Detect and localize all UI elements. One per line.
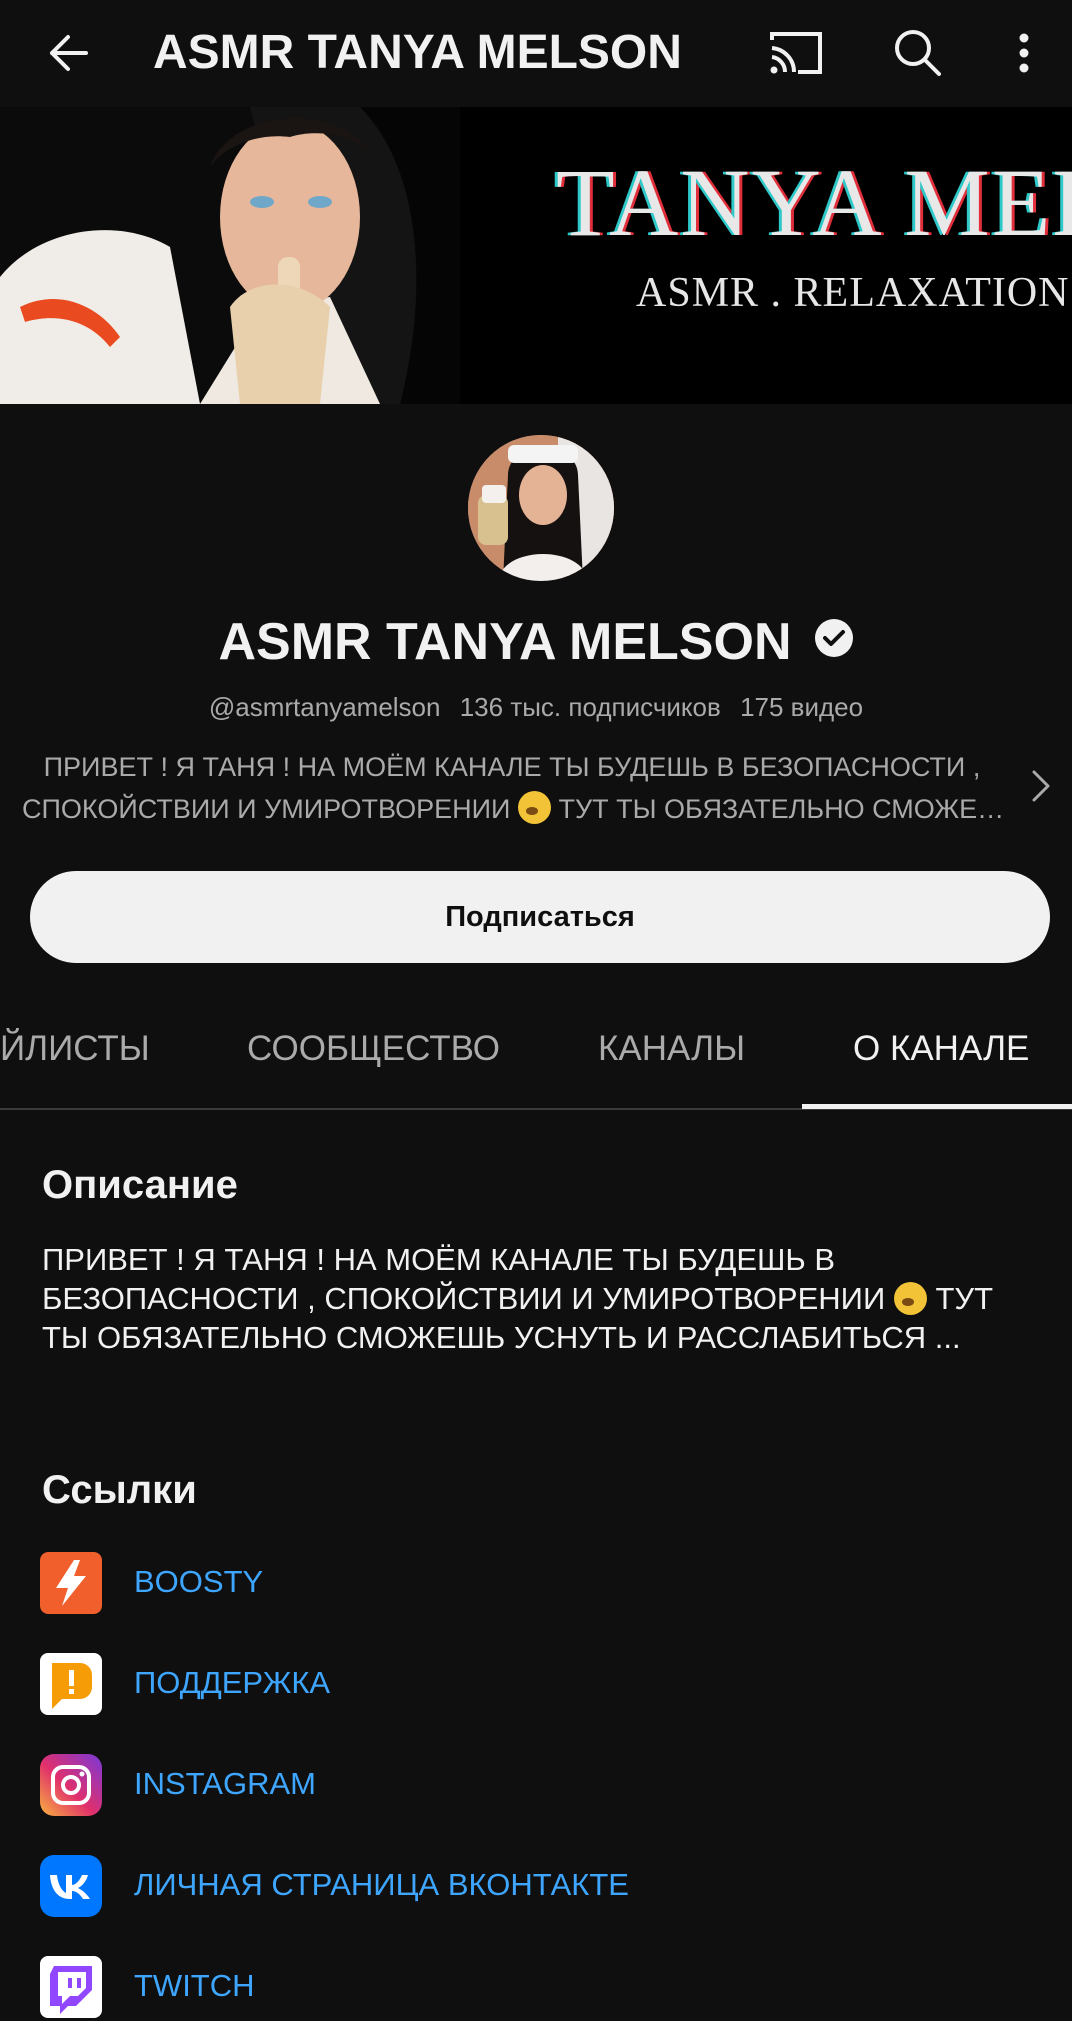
cast-button[interactable] xyxy=(760,18,830,88)
description-preview[interactable]: ПРИВЕТ ! Я ТАНЯ ! НА МОЁМ КАНАЛЕ ТЫ БУДЕ… xyxy=(22,746,1002,830)
channel-handle: @asmrtanyamelson xyxy=(208,692,441,722)
description-heading: Описание xyxy=(42,1163,238,1207)
yawning-face-emoji-icon xyxy=(893,1282,927,1315)
link-label[interactable]: BOOSTY xyxy=(134,1547,263,1617)
vk-icon xyxy=(40,1855,102,1917)
active-tab-indicator xyxy=(802,1104,1072,1109)
channel-tabs: ЙЛИСТЫ СООБЩЕСТВО КАНАЛЫ О КАНАЛЕ xyxy=(0,990,1072,1110)
link-instagram[interactable]: INSTAGRAM xyxy=(0,1749,1072,1819)
link-label[interactable]: INSTAGRAM xyxy=(134,1749,316,1819)
links-heading: Ссылки xyxy=(42,1468,197,1512)
channel-name-text: ASMR TANYA MELSON xyxy=(218,613,792,671)
link-vk[interactable]: ЛИЧНАЯ СТРАНИЦА ВКОНТАКТЕ xyxy=(0,1850,1072,1920)
chevron-right-icon xyxy=(1032,770,1050,802)
page-title: ASMR TANYA MELSON xyxy=(153,26,682,79)
tab-playlists[interactable]: ЙЛИСТЫ xyxy=(0,990,150,1106)
search-button[interactable] xyxy=(883,18,953,88)
banner-subtitle: ASMR . RELAXATION . xyxy=(636,270,1072,316)
cast-icon xyxy=(770,32,822,74)
tab-community[interactable]: СООБЩЕСТВО xyxy=(247,990,500,1106)
link-label[interactable]: ЛИЧНАЯ СТРАНИЦА ВКОНТАКТЕ xyxy=(134,1850,629,1920)
description-expand-button[interactable] xyxy=(1022,762,1062,810)
link-support[interactable]: ПОДДЕРЖКА xyxy=(0,1648,1072,1718)
channel-name: ASMR TANYA MELSON xyxy=(0,612,1072,672)
description-preview-line: ПРИВЕТ ! Я ТАНЯ ! НА МОЁМ КАНАЛЕ ТЫ БУДЕ… xyxy=(43,752,981,782)
avatar[interactable] xyxy=(468,435,614,581)
link-label[interactable]: ПОДДЕРЖКА xyxy=(134,1648,330,1718)
link-boosty[interactable]: BOOSTY xyxy=(0,1547,1072,1617)
channel-banner: TANYA MEL ASMR . RELAXATION . xyxy=(0,107,1072,404)
description-line: ТЫ ОБЯЗАТЕЛЬНО СМОЖЕШЬ УСНУТЬ И РАССЛАБИ… xyxy=(42,1320,961,1355)
description-preview-line: СПОКОЙСТВИИ И УМИРОТВОРЕНИИ ТУТ ТЫ ОБЯЗА… xyxy=(22,788,1002,830)
video-count: 175 видео xyxy=(740,692,864,722)
verified-badge-icon xyxy=(814,611,854,671)
instagram-icon xyxy=(40,1754,102,1816)
tab-about[interactable]: О КАНАЛЕ xyxy=(853,990,1029,1106)
channel-description: ПРИВЕТ ! Я ТАНЯ ! НА МОЁМ КАНАЛЕ ТЫ БУДЕ… xyxy=(42,1240,1042,1357)
twitch-icon xyxy=(40,1956,102,2018)
top-app-bar: ASMR TANYA MELSON xyxy=(0,0,1072,107)
donationalerts-icon xyxy=(40,1653,102,1715)
back-button[interactable] xyxy=(40,18,110,88)
boosty-icon xyxy=(40,1552,102,1614)
channel-meta: @asmrtanyamelson 136 тыс. подписчиков 17… xyxy=(0,692,1072,723)
more-vertical-icon xyxy=(1019,33,1029,73)
more-options-button[interactable] xyxy=(992,18,1052,88)
description-line: БЕЗОПАСНОСТИ , СПОКОЙСТВИИ И УМИРОТВОРЕН… xyxy=(42,1281,994,1316)
description-line: ПРИВЕТ ! Я ТАНЯ ! НА МОЁМ КАНАЛЕ ТЫ БУДЕ… xyxy=(42,1242,836,1277)
avatar-image xyxy=(468,435,614,581)
search-icon xyxy=(895,30,941,76)
banner-photo xyxy=(0,107,460,404)
subscriber-count: 136 тыс. подписчиков xyxy=(459,692,721,722)
tab-channels[interactable]: КАНАЛЫ xyxy=(598,990,745,1106)
subscribe-button[interactable]: Подписаться xyxy=(30,871,1050,963)
yawning-face-emoji-icon xyxy=(517,791,551,824)
banner-title: TANYA MEL xyxy=(556,149,1072,256)
arrow-left-icon xyxy=(50,35,88,71)
